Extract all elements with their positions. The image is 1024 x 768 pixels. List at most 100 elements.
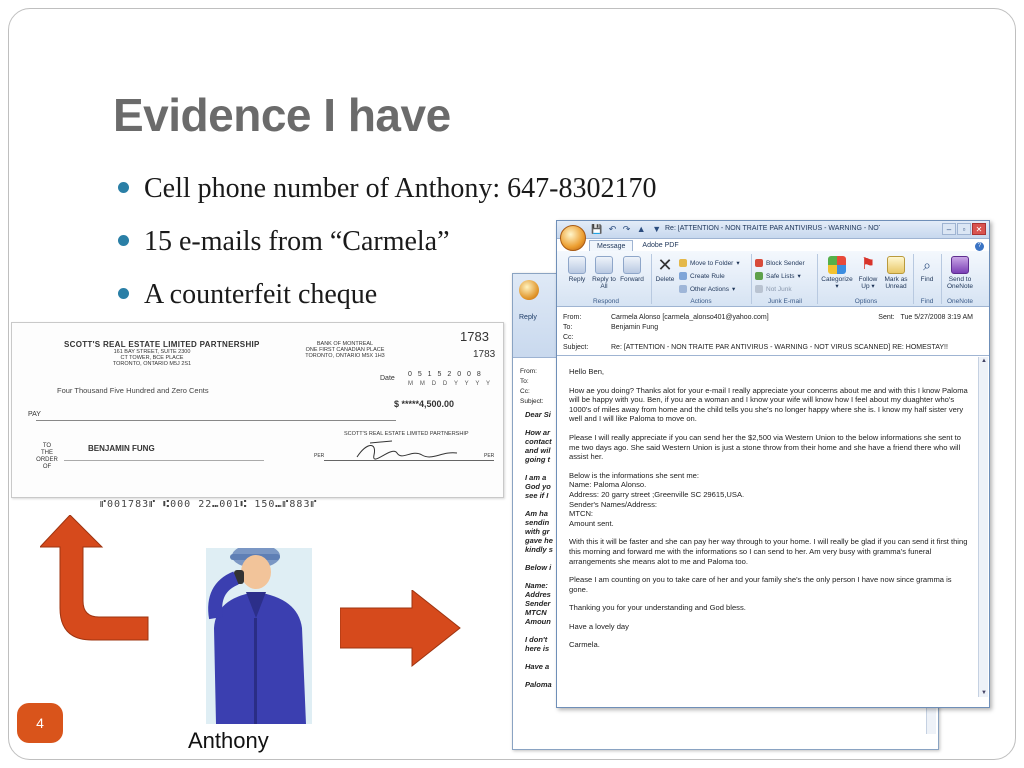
counterfeit-cheque: SCOTT'S REAL ESTATE LIMITED PARTNERSHIP … bbox=[11, 322, 504, 498]
find-button[interactable]: ⌕ Find bbox=[915, 256, 939, 283]
person-on-phone-icon bbox=[208, 544, 306, 724]
follow-up-button[interactable]: ⚑ Follow Up ▾ bbox=[855, 256, 881, 290]
bullet-dot-icon bbox=[118, 288, 129, 299]
window-title: Re: [ATTENTION - NON TRAITE PAR ANTIVIRU… bbox=[665, 225, 880, 232]
body-paragraph: With this it will be faster and she can … bbox=[569, 537, 968, 566]
cheque-date-label: Date bbox=[380, 375, 395, 382]
office-button-icon[interactable] bbox=[560, 225, 586, 251]
envelope-icon bbox=[887, 256, 905, 274]
header-labels-back: From: To: Cc: Subject: bbox=[520, 368, 544, 405]
move-to-folder-button[interactable]: Move to Folder ▾ bbox=[679, 259, 740, 267]
back-body-line: Have a bbox=[525, 662, 550, 671]
back-body-line: I don't bbox=[525, 635, 548, 644]
group-find: Find bbox=[920, 298, 934, 305]
forward-button[interactable]: Forward bbox=[617, 256, 647, 283]
scrollbar[interactable]: ▲ ▼ bbox=[978, 357, 988, 697]
folder-icon bbox=[679, 259, 687, 267]
payee-line bbox=[64, 460, 264, 461]
categorize-button[interactable]: Categorize ▾ bbox=[819, 256, 855, 290]
back-body-line: and wil bbox=[525, 446, 551, 455]
back-body-line: Am ha bbox=[525, 509, 548, 518]
minimize-icon[interactable]: – bbox=[942, 223, 956, 235]
body-paragraph: Please I will really appreciate if you c… bbox=[569, 432, 962, 462]
send-to-onenote-button[interactable]: Send to OneNote bbox=[943, 256, 977, 290]
back-body-line: with gr bbox=[525, 527, 550, 536]
not-junk-button[interactable]: Not Junk bbox=[755, 285, 792, 293]
mark-as-unread-button[interactable]: Mark as Unread bbox=[881, 256, 911, 290]
back-body-line: kindly s bbox=[525, 545, 553, 554]
cheque-date: 0 5 1 5 2 0 0 8 bbox=[408, 371, 483, 378]
office-button-icon[interactable] bbox=[519, 280, 539, 300]
block-sender-icon bbox=[755, 259, 763, 267]
back-body-line bbox=[525, 464, 555, 473]
bullet-phone: Cell phone number of Anthony: 647-830217… bbox=[118, 170, 657, 223]
delete-button[interactable]: ✕ Delete bbox=[653, 256, 677, 283]
sent-value: Sent: Tue 5/27/2008 3:19 AM bbox=[878, 314, 973, 321]
back-body-line: sendin bbox=[525, 518, 550, 527]
quick-access-toolbar[interactable]: 💾 ↶ ↷ ▲ ▼ bbox=[591, 224, 663, 235]
scroll-down-icon[interactable]: ▼ bbox=[980, 690, 988, 696]
group-junk-email: Junk E-mail bbox=[768, 298, 802, 305]
cheque-pay-label: PAY bbox=[28, 411, 41, 418]
back-body-line bbox=[525, 572, 555, 581]
to-value[interactable]: Benjamin Fung bbox=[611, 323, 658, 333]
reply-icon bbox=[568, 256, 586, 274]
cheque-address: 161 BAY STREET, SUITE 2300 CT TOWER, BCE … bbox=[112, 349, 192, 367]
reply-button-back[interactable]: Reply bbox=[519, 314, 537, 321]
help-icon[interactable]: ? bbox=[975, 242, 984, 251]
back-body-line: see if I bbox=[525, 491, 549, 500]
create-rule-button[interactable]: Create Rule bbox=[679, 272, 725, 280]
email-body: Hello Ben, How ae you doing? Thanks alot… bbox=[569, 367, 971, 699]
right-arrow-icon bbox=[340, 590, 461, 668]
reply-all-button[interactable]: Reply to All bbox=[591, 256, 617, 290]
bent-up-arrow-icon bbox=[40, 515, 149, 641]
binoculars-icon: ⌕ bbox=[923, 257, 931, 273]
body-paragraph: Carmela. bbox=[569, 640, 600, 650]
block-sender-button[interactable]: Block Sender bbox=[755, 259, 805, 267]
cheque-per-label: PER bbox=[484, 453, 495, 459]
safe-lists-button[interactable]: Safe Lists ▾ bbox=[755, 272, 801, 280]
message-header: From: Carmela Alonso [carmela_alonso401@… bbox=[563, 313, 981, 353]
cheque-number: 1783 bbox=[460, 329, 489, 344]
person-illustration bbox=[206, 544, 312, 724]
email-body-back: Dear Si How ar contact and wil going t I am… bbox=[525, 410, 555, 730]
back-body-line bbox=[525, 419, 555, 428]
pay-line bbox=[36, 420, 396, 421]
person-caption: Anthony bbox=[188, 728, 269, 753]
cheque-payee: BENJAMIN FUNG bbox=[88, 444, 155, 453]
body-paragraph: How ae you doing? Thanks alot for your e… bbox=[569, 385, 968, 424]
back-body-line: here is bbox=[525, 644, 550, 653]
cc-row: Cc: bbox=[563, 334, 574, 341]
back-body-line bbox=[525, 626, 555, 635]
back-body-line: Below i bbox=[525, 563, 552, 572]
group-respond: Respond bbox=[592, 298, 620, 305]
email-window[interactable]: 💾 ↶ ↷ ▲ ▼ Re: [ATTENTION - NON TRAITE PA… bbox=[556, 220, 990, 708]
group-onenote: OneNote bbox=[946, 298, 974, 305]
subject-row: Subject: Re: [ATTENTION - NON TRAITE PAR… bbox=[563, 344, 948, 351]
from-row: From: Carmela Alonso [carmela_alonso401@… bbox=[563, 313, 973, 323]
maximize-icon[interactable]: ▫ bbox=[957, 223, 971, 235]
categorize-icon bbox=[828, 256, 846, 274]
signature-line bbox=[324, 460, 494, 461]
back-body-line: Amoun bbox=[525, 617, 551, 626]
cheque-company: SCOTT'S REAL ESTATE LIMITED PARTNERSHIP bbox=[64, 340, 260, 349]
cheque-amount-words: Four Thousand Five Hundred and Zero Cent… bbox=[57, 386, 209, 395]
reply-button[interactable]: Reply bbox=[563, 256, 591, 283]
other-actions-button[interactable]: Other Actions ▾ bbox=[679, 285, 735, 293]
scroll-up-icon[interactable]: ▲ bbox=[980, 358, 988, 364]
back-body-line: going t bbox=[525, 455, 550, 464]
close-icon[interactable]: ✕ bbox=[972, 223, 986, 235]
body-paragraph: Thanking you for your understanding and … bbox=[569, 603, 746, 613]
ribbon: Reply Reply to All Forward Respond ✕ Dele… bbox=[557, 251, 989, 307]
body-paragraph: Hello Ben, bbox=[569, 367, 605, 376]
back-body-line: MTCN bbox=[525, 608, 547, 617]
not-junk-icon bbox=[755, 285, 763, 293]
to-row: To: Benjamin Fung bbox=[563, 323, 659, 333]
back-body-line bbox=[525, 653, 555, 662]
body-paragraph: Please I am counting on you to take care… bbox=[569, 575, 952, 594]
back-body-line: contact bbox=[525, 437, 552, 446]
back-body-line: Dear Si bbox=[525, 410, 551, 419]
forward-icon bbox=[623, 256, 641, 274]
from-value[interactable]: Carmela Alonso [carmela_alonso401@yahoo.… bbox=[611, 313, 769, 323]
onenote-icon bbox=[951, 256, 969, 274]
